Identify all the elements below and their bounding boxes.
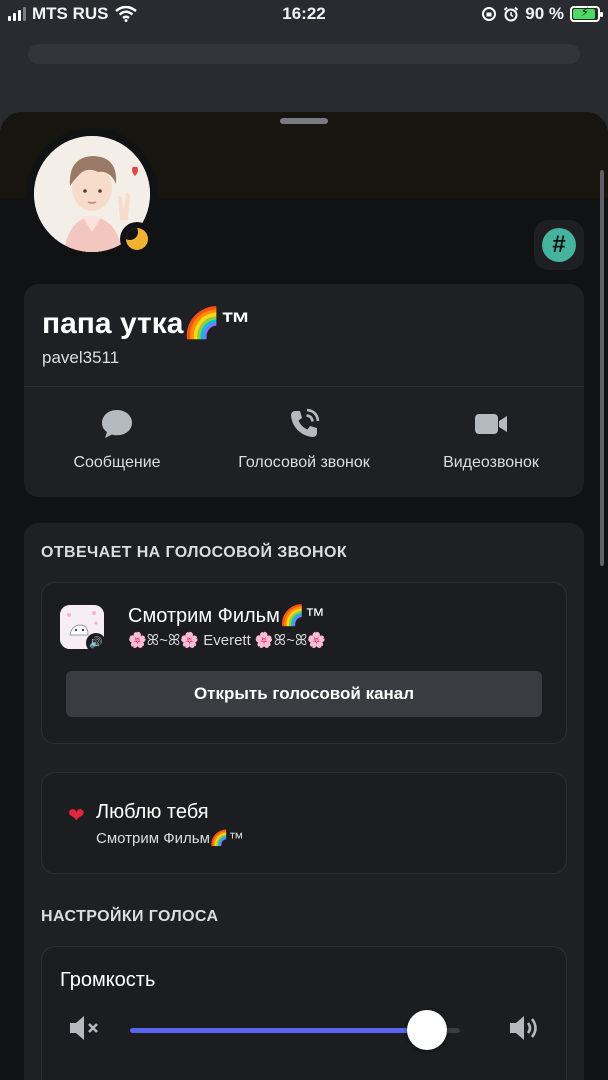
phone-call-icon xyxy=(291,408,320,437)
display-name: папа утка🌈™ xyxy=(42,307,251,340)
volume-up-icon[interactable] xyxy=(508,1013,542,1043)
activity-title: Люблю тебя xyxy=(96,801,209,823)
voice-section-title: ОТВЕЧАЕТ НА ГОЛОСОВОЙ ЗВОНОК xyxy=(41,544,348,561)
battery-group: 90 % ⚡ xyxy=(481,4,603,24)
video-call-label: Видеозвонок xyxy=(443,454,539,471)
sheet-drag-handle[interactable] xyxy=(280,118,328,124)
voice-call-button[interactable]: Голосовой звонок xyxy=(211,394,397,488)
server-tag-button[interactable]: # xyxy=(534,220,584,270)
activity-subtitle: Смотрим Фильм🌈™ xyxy=(96,830,244,847)
open-voice-channel-button[interactable]: Открыть голосовой канал xyxy=(66,671,542,717)
battery-percent: 90 % xyxy=(525,4,564,23)
voice-activity-card: ОТВЕЧАЕТ НА ГОЛОСОВОЙ ЗВОНОК 🔊 Смотрим Ф… xyxy=(24,523,584,1080)
voice-channel-name: Смотрим Фильм🌈™ xyxy=(128,605,325,627)
status-bar: MTS RUS 16:22 90 % ⚡ xyxy=(0,0,608,34)
voice-channel-box[interactable]: 🔊 Смотрим Фильм🌈™ 🌸ꕤ~ꕤ🌸 Everett 🌸ꕤ~ꕤ🌸 От… xyxy=(41,582,567,744)
voice-server-name: 🌸ꕤ~ꕤ🌸 Everett 🌸ꕤ~ꕤ🌸 xyxy=(128,632,327,649)
hash-icon: # xyxy=(542,228,576,262)
heart-icon: ❤ xyxy=(68,805,85,827)
profile-sheet: # папа утка🌈™ pavel3511 Сообщение Голосо… xyxy=(0,112,608,1080)
server-icon: 🔊 xyxy=(60,605,106,653)
scrollbar[interactable] xyxy=(600,170,604,566)
background-card xyxy=(28,44,580,64)
alarm-icon xyxy=(504,6,519,22)
volume-mute-icon[interactable] xyxy=(68,1013,102,1043)
speaker-icon: 🔊 xyxy=(86,633,106,653)
volume-label: Громкость xyxy=(60,969,156,991)
chat-bubble-icon xyxy=(102,410,132,438)
battery-icon: ⚡ xyxy=(570,5,603,22)
voice-settings-title: НАСТРОЙКИ ГОЛОСА xyxy=(41,908,219,925)
activity-box: ❤ Люблю тебя Смотрим Фильм🌈™ xyxy=(41,772,567,874)
idle-status-icon xyxy=(120,222,154,256)
video-call-button[interactable]: Видеозвонок xyxy=(398,394,584,488)
orientation-lock-icon xyxy=(482,7,497,21)
avatar-container[interactable] xyxy=(26,128,158,260)
video-camera-icon xyxy=(475,414,507,434)
message-label: Сообщение xyxy=(73,454,161,471)
volume-slider-thumb[interactable] xyxy=(407,1010,447,1050)
username: pavel3511 xyxy=(42,348,120,367)
divider xyxy=(24,386,584,387)
profile-card: папа утка🌈™ pavel3511 Сообщение Голосово… xyxy=(24,284,584,497)
voice-call-label: Голосовой звонок xyxy=(238,454,370,471)
volume-box: Громкость xyxy=(41,946,567,1080)
message-button[interactable]: Сообщение xyxy=(24,394,210,488)
